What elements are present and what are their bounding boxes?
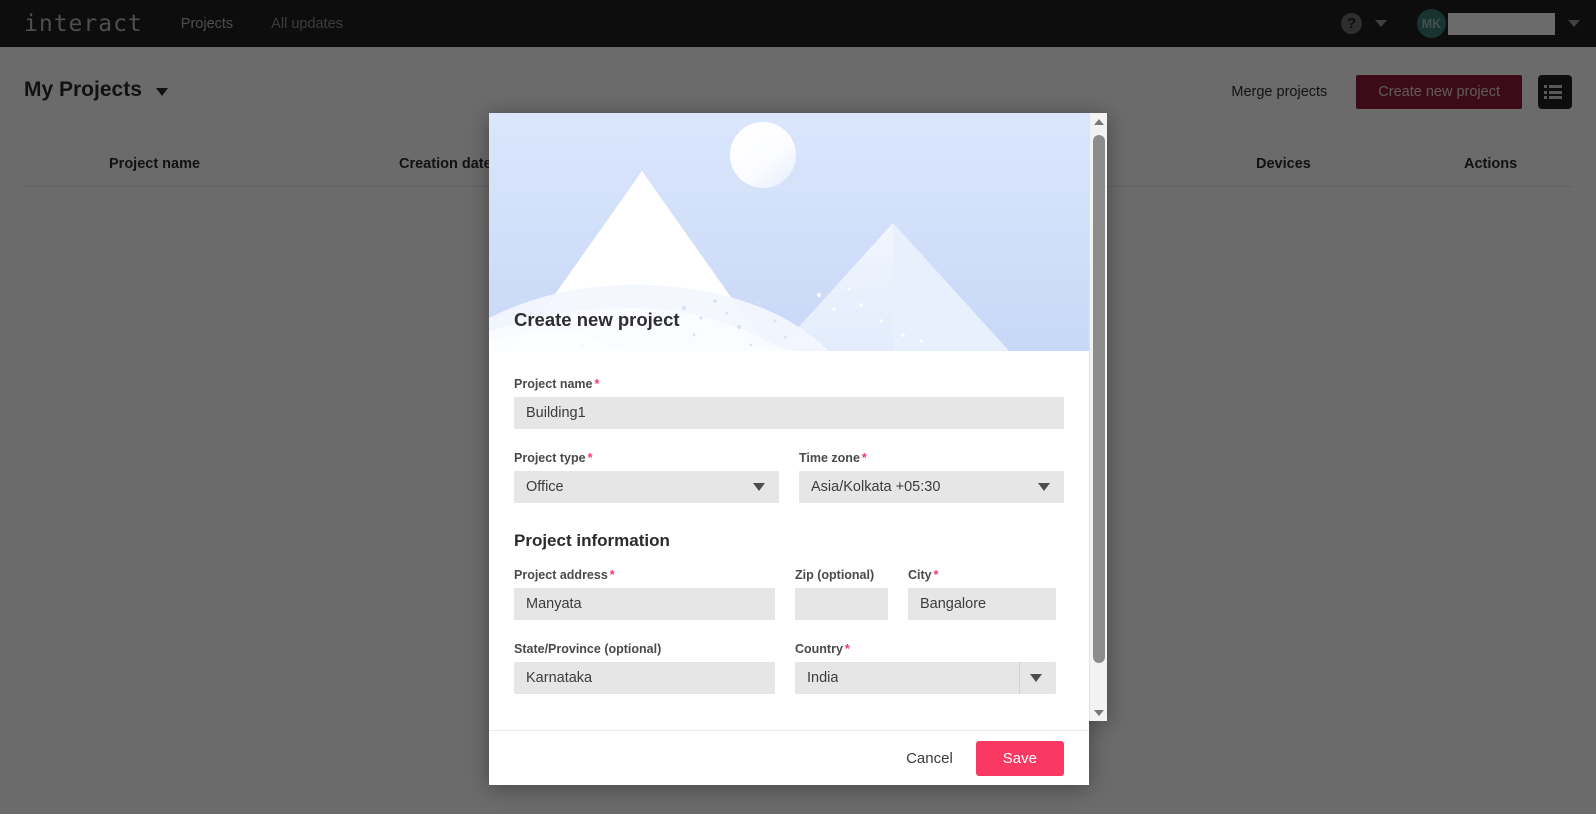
- row-address: Project address* Zip (optional): [514, 568, 1064, 620]
- row-state-country: State/Province (optional) Country* India: [514, 642, 1064, 694]
- label-city-text: City: [908, 568, 932, 582]
- time-zone-value: Asia/Kolkata +05:30: [811, 479, 941, 495]
- zip-input[interactable]: [795, 588, 888, 620]
- save-button[interactable]: Save: [975, 740, 1064, 776]
- cancel-button[interactable]: Cancel: [906, 750, 953, 767]
- row-type-timezone: Project type * Office Time zone * Asia/K…: [514, 451, 1064, 503]
- label-state-province: State/Province (optional): [514, 642, 775, 656]
- chevron-down-icon: [1038, 483, 1050, 491]
- label-state-province-text: State/Province (optional): [514, 642, 662, 656]
- create-project-modal: Create new project Project name* Project: [489, 113, 1107, 785]
- label-project-type: Project type *: [514, 451, 779, 465]
- modal-scrollbar[interactable]: [1089, 113, 1107, 721]
- label-project-type-text: Project type: [514, 451, 586, 465]
- modal-scroll-area: Create new project Project name* Project: [489, 113, 1089, 730]
- app-root: interact Projects All updates ? MK My Pr…: [0, 0, 1596, 832]
- time-zone-select[interactable]: Asia/Kolkata +05:30: [799, 471, 1064, 503]
- country-select[interactable]: India: [795, 662, 1056, 694]
- label-project-address: Project address *: [514, 568, 775, 582]
- project-type-value: Office: [526, 479, 564, 495]
- chevron-down-icon: [753, 483, 765, 491]
- project-type-select[interactable]: Office: [514, 471, 779, 503]
- modal-body: Create new project Project name* Project: [489, 113, 1089, 785]
- modal-footer: Cancel Save: [489, 730, 1089, 785]
- label-project-name-text: Project name: [514, 377, 593, 391]
- field-project-address: Project address *: [514, 568, 775, 620]
- project-name-input[interactable]: [514, 397, 1064, 429]
- label-time-zone-text: Time zone: [799, 451, 860, 465]
- label-project-name: Project name *: [514, 377, 1064, 391]
- state-province-input[interactable]: [514, 662, 775, 694]
- label-city: City *: [908, 568, 1056, 582]
- scrollbar-thumb[interactable]: [1093, 135, 1105, 663]
- project-address-input[interactable]: [514, 588, 775, 620]
- chevron-down-icon: [1030, 674, 1042, 682]
- field-project-type: Project type * Office: [514, 451, 779, 503]
- required-marker: *: [587, 451, 593, 465]
- city-input[interactable]: [908, 588, 1056, 620]
- label-time-zone: Time zone *: [799, 451, 1064, 465]
- label-country-text: Country: [795, 642, 843, 656]
- scroll-down-arrow-icon[interactable]: [1090, 704, 1108, 721]
- scroll-up-arrow-icon[interactable]: [1090, 113, 1108, 130]
- field-zip: Zip (optional): [795, 568, 888, 620]
- label-country: Country *: [795, 642, 1056, 656]
- label-project-address-text: Project address: [514, 568, 608, 582]
- create-project-form: Project name* Project type* Office: [489, 351, 1089, 704]
- required-marker: *: [844, 642, 850, 656]
- page-bottom-strip: [0, 814, 1596, 832]
- required-marker: *: [609, 568, 615, 582]
- field-time-zone: Time zone * Asia/Kolkata +05:30: [799, 451, 1064, 503]
- required-marker: *: [861, 451, 867, 465]
- label-zip-text: Zip (optional): [795, 568, 875, 582]
- country-value: India: [807, 670, 839, 686]
- label-zip: Zip (optional): [795, 568, 888, 582]
- modal-title: Create new project: [514, 309, 680, 330]
- field-project-name: Project name *: [514, 377, 1064, 429]
- field-city: City *: [908, 568, 1056, 620]
- section-title-project-information: Project information: [514, 531, 670, 550]
- field-state-province: State/Province (optional): [514, 642, 775, 694]
- modal-banner-illustration: Create new project: [489, 113, 1089, 351]
- required-marker: *: [594, 377, 600, 391]
- field-country: Country * India: [795, 642, 1056, 694]
- required-marker: *: [933, 568, 939, 582]
